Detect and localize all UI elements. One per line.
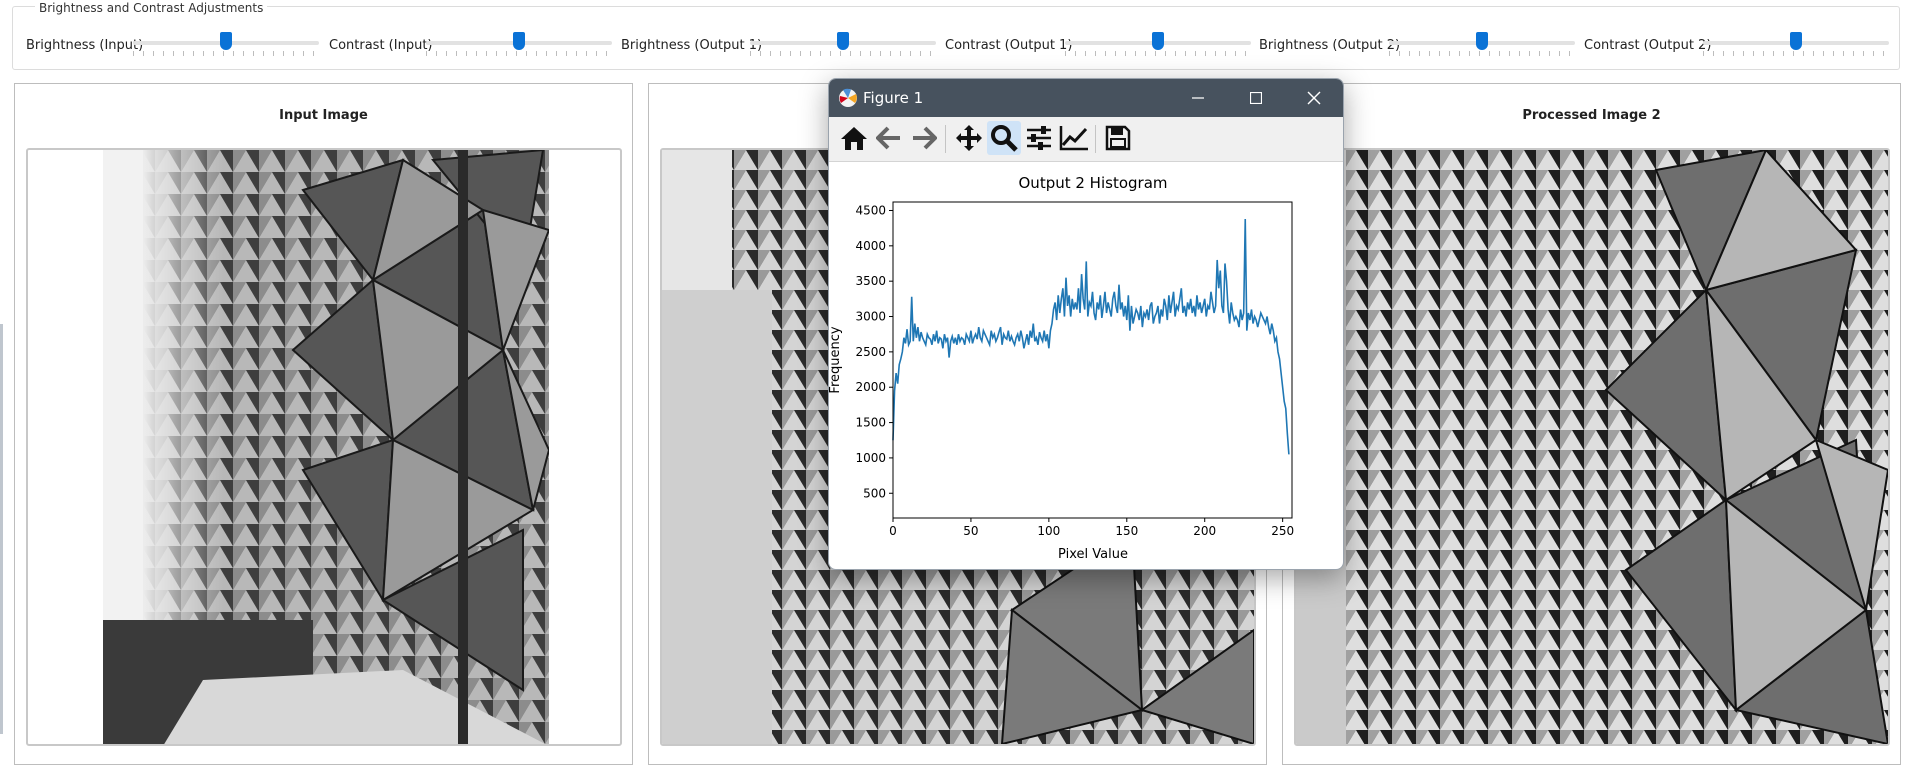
brightness-output2-label: Brightness (Output 2) — [1259, 38, 1401, 53]
x-tick-label: 150 — [1115, 524, 1138, 538]
toolbar-separator — [1095, 125, 1096, 153]
contrast-input-label: Contrast (Input) — [329, 38, 433, 53]
x-tick-label: 50 — [963, 524, 978, 538]
home-icon — [841, 127, 867, 150]
home-button[interactable] — [837, 121, 871, 155]
forward-button[interactable] — [907, 121, 941, 155]
configure-subplots-icon — [1027, 126, 1051, 150]
save-icon — [1105, 125, 1131, 151]
slider-handle[interactable] — [1476, 32, 1488, 50]
input-image-title: Input Image — [279, 108, 368, 123]
close-icon — [1307, 91, 1321, 105]
slider-handle[interactable] — [837, 32, 849, 50]
y-tick-label: 1500 — [855, 416, 886, 430]
brightness-output1-slider[interactable] — [750, 30, 936, 58]
y-axis-label: Frequency — [829, 326, 843, 393]
slider-ticks — [133, 51, 319, 56]
brightness-output2-slider[interactable] — [1389, 30, 1575, 58]
close-button[interactable] — [1285, 79, 1343, 117]
forward-arrow-icon — [913, 126, 937, 150]
y-tick-label: 3500 — [855, 274, 886, 288]
x-tick-label: 250 — [1271, 524, 1294, 538]
contrast-input-slider[interactable] — [426, 30, 612, 58]
slider-ticks — [1389, 51, 1575, 56]
slider-ticks — [1065, 51, 1251, 56]
edit-axis-icon — [1059, 126, 1088, 151]
contrast-output2-slider[interactable] — [1703, 30, 1889, 58]
adjustments-group-title: Brightness and Contrast Adjustments — [35, 1, 268, 15]
chart-title: Output 2 Histogram — [1019, 174, 1168, 192]
input-building-photo — [103, 150, 549, 744]
contrast-output1-slider[interactable] — [1065, 30, 1251, 58]
histogram-figure: Output 2 Histogram 0 50 100 150 200 250 500 100… — [829, 162, 1343, 569]
figure-titlebar[interactable]: Figure 1 — [829, 79, 1343, 117]
configure-subplots-button[interactable] — [1022, 121, 1056, 155]
y-tick-label: 4500 — [855, 203, 886, 217]
zoom-button[interactable] — [987, 121, 1021, 155]
histogram-chart[interactable]: Output 2 Histogram 0 50 100 150 200 250 500 100… — [829, 162, 1343, 569]
slider-ticks — [1703, 51, 1889, 56]
pan-button[interactable] — [952, 121, 986, 155]
processed-image-2-frame — [1294, 148, 1890, 746]
plot-frame — [892, 201, 1293, 519]
y-tick-label: 3000 — [855, 310, 886, 324]
edit-axis-button[interactable] — [1057, 121, 1091, 155]
maximize-icon — [1250, 92, 1262, 104]
processed-image-2-title: Processed Image 2 — [1522, 108, 1661, 123]
y-tick-label: 4000 — [855, 239, 886, 253]
matplotlib-logo-icon — [838, 88, 858, 108]
processed-building-photo-2 — [1296, 150, 1888, 744]
contrast-output2-label: Contrast (Output 2) — [1584, 38, 1712, 53]
figure-toolbar — [829, 117, 1343, 162]
brightness-output1-label: Brightness (Output 1) — [621, 38, 763, 53]
zoom-icon — [991, 125, 1018, 152]
contrast-output1-label: Contrast (Output 1) — [945, 38, 1073, 53]
processed-image-2-panel: Processed Image 2 — [1282, 83, 1901, 765]
back-button[interactable] — [872, 121, 906, 155]
figure-title: Figure 1 — [863, 89, 924, 107]
slider-handle[interactable] — [1152, 32, 1164, 50]
y-tick-label: 500 — [863, 486, 886, 500]
histogram-series-line — [892, 218, 1290, 455]
slider-handle[interactable] — [220, 32, 232, 50]
left-edge-window — [0, 324, 3, 734]
figure-window[interactable]: Figure 1 Output 2 Histogram 0 50 100 150… — [828, 78, 1344, 570]
y-tick-label: 1000 — [855, 451, 886, 465]
input-image-panel: Input Image — [14, 83, 633, 765]
slider-handle[interactable] — [513, 32, 525, 50]
minimize-button[interactable] — [1169, 79, 1227, 117]
pan-icon — [956, 125, 982, 151]
slider-handle[interactable] — [1790, 32, 1802, 50]
brightness-input-slider[interactable] — [133, 30, 319, 58]
input-image-frame — [26, 148, 622, 746]
slider-ticks — [426, 51, 612, 56]
maximize-button[interactable] — [1227, 79, 1285, 117]
x-tick-label: 0 — [889, 524, 897, 538]
y-tick-label: 2000 — [855, 380, 886, 394]
x-tick-label: 200 — [1193, 524, 1216, 538]
x-tick-label: 100 — [1037, 524, 1060, 538]
save-button[interactable] — [1101, 121, 1135, 155]
back-arrow-icon — [876, 126, 900, 150]
brightness-input-label: Brightness (Input) — [26, 38, 144, 53]
minimize-icon — [1192, 97, 1204, 99]
slider-ticks — [750, 51, 936, 56]
toolbar-separator — [945, 125, 946, 153]
y-tick-label: 2500 — [855, 345, 886, 359]
x-axis-label: Pixel Value — [1058, 547, 1128, 562]
